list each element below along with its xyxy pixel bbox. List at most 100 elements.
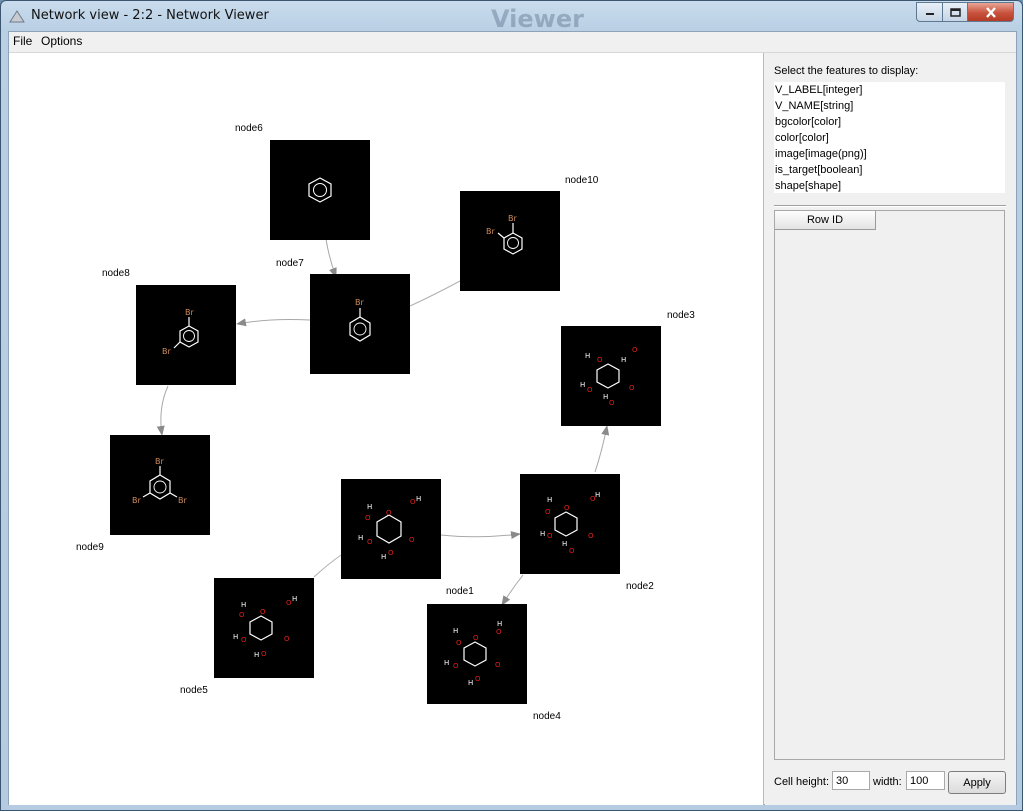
oxygen-label: O xyxy=(365,514,371,522)
hydrogen-label: H xyxy=(381,553,386,561)
node-node5[interactable]: H O O H O H O O H O xyxy=(214,578,314,678)
minimize-button[interactable] xyxy=(916,2,943,22)
oxygen-label: O xyxy=(241,636,247,644)
node-label: node1 xyxy=(446,586,474,597)
feature-table[interactable]: Row ID xyxy=(774,210,1005,760)
node-label: node6 xyxy=(235,123,263,134)
cell-height-label: Cell height: xyxy=(774,776,830,788)
feature-item[interactable]: color[color] xyxy=(774,130,1005,146)
node-label: node5 xyxy=(180,685,208,696)
hydrogen-label: H xyxy=(540,530,545,538)
oxygen-label: O xyxy=(475,675,481,683)
client-area: File Options node6 Br Br node10 Br node7… xyxy=(8,31,1017,805)
sugar-structure: H O O H O H O O H O xyxy=(444,620,502,687)
oxygen-label: O xyxy=(588,532,594,540)
hydrogen-label: H xyxy=(416,495,421,503)
node-node8[interactable]: Br Br xyxy=(136,285,236,385)
menu-file[interactable]: File xyxy=(13,34,32,48)
divider[interactable] xyxy=(774,205,1006,207)
node-label: node8 xyxy=(102,268,130,279)
edge-node10-node7 xyxy=(409,280,461,307)
feature-item[interactable]: bgcolor[color] xyxy=(774,114,1005,130)
bromine-label: Br xyxy=(178,496,187,505)
oxygen-label: O xyxy=(284,635,290,643)
apply-button[interactable]: Apply xyxy=(948,771,1006,794)
node-label: node7 xyxy=(276,258,304,269)
app-icon xyxy=(9,10,25,23)
oxygen-label: O xyxy=(456,639,462,647)
node-node2[interactable]: H O O H O H O O H O xyxy=(520,474,620,574)
edge-node7-node8 xyxy=(236,318,311,327)
node-label: node3 xyxy=(667,310,695,321)
feature-sidebar: Select the features to display: V_LABEL[… xyxy=(765,53,1016,805)
oxygen-label: O xyxy=(587,386,593,394)
close-button[interactable] xyxy=(968,2,1014,22)
features-list[interactable]: V_LABEL[integer] V_NAME[string] bgcolor[… xyxy=(774,82,1005,193)
node-node10[interactable]: Br Br xyxy=(460,191,560,291)
oxygen-label: O xyxy=(547,532,553,540)
oxygen-label: O xyxy=(545,508,551,516)
oxygen-label: O xyxy=(496,628,502,636)
feature-item[interactable]: shape[shape] xyxy=(774,178,1005,194)
oxygen-label: O xyxy=(632,346,638,354)
edge-node1-node2 xyxy=(440,531,521,540)
dibromobenzene-structure: Br Br xyxy=(486,214,523,255)
window-title: Network view - 2:2 - Network Viewer xyxy=(31,8,269,23)
menu-options[interactable]: Options xyxy=(41,34,82,48)
hydrogen-label: H xyxy=(621,356,626,364)
oxygen-label: O xyxy=(367,538,373,546)
feature-item[interactable]: V_LABEL[integer] xyxy=(774,82,1005,98)
feature-item[interactable]: is_target[boolean] xyxy=(774,162,1005,178)
bromine-label: Br xyxy=(355,298,364,307)
node-node9[interactable]: Br Br Br xyxy=(110,435,210,535)
tribromobenzene-structure: Br Br Br xyxy=(132,457,187,505)
maximize-button[interactable] xyxy=(943,2,968,22)
dibromobenzene-structure: Br Br xyxy=(162,308,199,356)
hydrogen-label: H xyxy=(595,491,600,499)
node-label: node4 xyxy=(533,711,561,722)
oxygen-label: O xyxy=(260,608,266,616)
edge-node2-node3 xyxy=(594,425,610,473)
hydrogen-label: H xyxy=(603,393,608,401)
sugar-structure: H O O H O H O O H O xyxy=(540,491,600,555)
node-node4[interactable]: H O O H O H O O H O xyxy=(427,604,527,704)
bromine-label: Br xyxy=(185,308,194,317)
oxygen-label: O xyxy=(409,536,415,544)
hydrogen-label: H xyxy=(453,627,458,635)
oxygen-label: O xyxy=(410,498,416,506)
feature-item[interactable]: image[image(png)] xyxy=(774,146,1005,162)
node-node3[interactable]: H O H O H O O H O xyxy=(561,326,661,426)
bromine-label: Br xyxy=(486,227,495,236)
oxygen-label: O xyxy=(239,611,245,619)
oxygen-label: O xyxy=(569,547,575,555)
oxygen-label: O xyxy=(286,599,292,607)
close-icon xyxy=(985,6,996,18)
sugar-structure: H O H O H O O H O xyxy=(580,346,638,407)
hydrogen-label: H xyxy=(547,496,552,504)
oxygen-label: O xyxy=(495,661,501,669)
oxygen-label: O xyxy=(388,549,394,557)
cell-height-input[interactable] xyxy=(832,771,870,790)
oxygen-label: O xyxy=(261,650,267,658)
column-header-row-id[interactable]: Row ID xyxy=(775,211,876,230)
oxygen-label: O xyxy=(564,504,570,512)
node-label: node10 xyxy=(565,175,599,186)
node-node7[interactable]: Br xyxy=(310,274,410,374)
node-label: node2 xyxy=(626,581,654,592)
network-canvas[interactable]: node6 Br Br node10 Br node7 Br Br node8 … xyxy=(9,53,764,805)
oxygen-label: O xyxy=(453,662,459,670)
width-input[interactable] xyxy=(906,771,945,790)
app-window: Network view - 2:2 - Network Viewer View… xyxy=(0,0,1023,811)
benzene-structure xyxy=(308,177,332,203)
edge-node6-node7 xyxy=(325,238,337,278)
oxygen-label: O xyxy=(629,384,635,392)
feature-item[interactable]: V_NAME[string] xyxy=(774,98,1005,114)
node-node6[interactable] xyxy=(270,140,370,240)
bromine-label: Br xyxy=(508,214,517,223)
glucose-structure: H O O H O H O O H O xyxy=(358,495,421,561)
title-bar[interactable]: Network view - 2:2 - Network Viewer View… xyxy=(1,1,1022,33)
node-label: node9 xyxy=(76,542,104,553)
bromine-label: Br xyxy=(132,496,141,505)
node-node1[interactable]: H O O H O H O O H O xyxy=(341,479,441,579)
menu-bar: File Options xyxy=(9,32,1016,53)
